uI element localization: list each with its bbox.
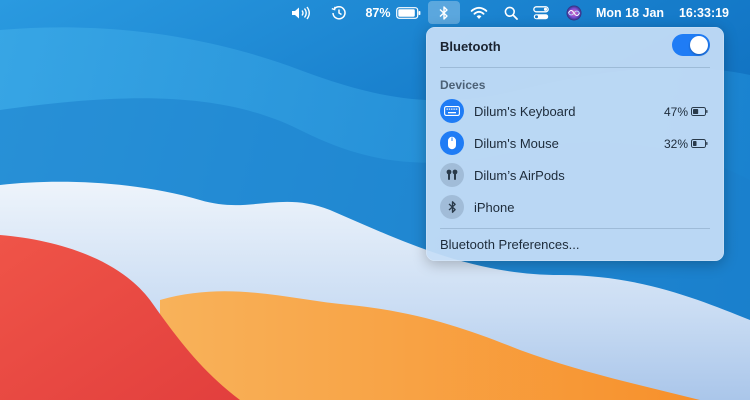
airpods-icon [440,163,464,187]
time-machine-icon[interactable] [328,0,350,25]
panel-title: Bluetooth [440,39,501,54]
bluetooth-icon [440,195,464,219]
device-battery-percent: 32% [663,137,688,151]
bluetooth-menu-panel: Bluetooth Devices Dilum's Keyboard 47% D… [426,27,724,261]
device-name: iPhone [474,200,515,215]
date-label-wrap[interactable]: Mon 18 Jan [596,0,664,25]
keyboard-icon [440,99,464,123]
devices-section-label: Devices [440,78,486,92]
time-label-wrap[interactable]: 16:33:19 [676,0,732,25]
divider [440,228,710,229]
menubar-time: 16:33:19 [678,5,730,20]
bluetooth-icon [439,5,448,20]
bluetooth-toggle[interactable] [672,34,710,56]
menu-bar: 87% Mon 18 Jan 16:33:19 [0,0,750,25]
wifi-icon[interactable] [467,0,491,25]
siri-icon[interactable] [563,0,585,25]
battery-level-icon [691,107,708,116]
control-center-icon[interactable] [530,0,552,25]
battery-percent-wrap: 87% [364,0,392,25]
battery-fill [693,141,697,146]
battery-percent-label: 87% [365,5,391,20]
device-name: Dilum’s AirPods [474,168,565,183]
divider [440,67,710,68]
device-battery-percent: 47% [663,105,688,119]
device-name: Dilum's Mouse [474,136,559,151]
battery-icon[interactable] [394,0,422,25]
battery-level-icon [691,139,708,148]
volume-icon[interactable] [289,0,313,25]
bluetooth-preferences-link[interactable]: Bluetooth Preferences... [440,237,579,252]
device-name: Dilum's Keyboard [474,104,576,119]
menubar-date: Mon 18 Jan [595,5,665,20]
battery-fill [693,109,699,114]
device-item-mouse[interactable]: Dilum's Mouse 32% [434,128,716,158]
device-item-keyboard[interactable]: Dilum's Keyboard 47% [434,96,716,126]
toggle-knob [690,36,708,54]
mouse-icon [440,131,464,155]
spotlight-search-icon[interactable] [501,0,521,25]
device-item-airpods[interactable]: Dilum’s AirPods [434,160,716,190]
device-item-iphone[interactable]: iPhone [434,192,716,222]
bluetooth-menu-button[interactable] [428,1,460,24]
